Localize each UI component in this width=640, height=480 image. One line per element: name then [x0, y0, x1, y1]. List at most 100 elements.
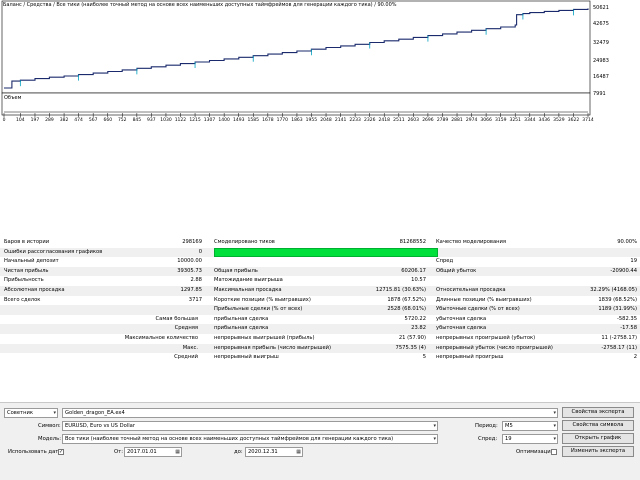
chart-title: Баланс / Средства / Все тики (наиболее т…: [3, 2, 397, 8]
symbol-properties-button[interactable]: Свойства символа: [562, 420, 634, 431]
expert-properties-button[interactable]: Свойства эксперта: [562, 407, 634, 418]
report-row: Начальный депозит 10000.00 Спред 19: [0, 257, 640, 267]
report-label: Прибыльные сделки (% от всех): [214, 306, 303, 313]
x-tick-label: 660: [103, 118, 113, 123]
report-label: непрерывный выигрыш: [214, 354, 279, 361]
report-value: 19: [630, 258, 637, 265]
report-row: Всего сделок 3717 Короткие позиции (% выиг…: [0, 296, 640, 306]
spread-select[interactable]: 19 ▾: [502, 434, 558, 444]
x-tick-label: 752: [117, 118, 127, 123]
x-tick-label: 0: [2, 118, 6, 123]
modeling-quality-bar: [214, 247, 438, 258]
report-value: 23.82: [411, 325, 426, 332]
report-value: 10.57: [411, 277, 426, 284]
to-date-value: 2020.12.31: [248, 449, 278, 455]
optimization-checkbox[interactable]: [551, 449, 557, 455]
report-value: 1297.85: [180, 286, 202, 293]
report-row: Абсолютная просадка 1297.85 Максимальная п…: [0, 285, 640, 296]
report-label: непрерывных выигрышей (прибыль): [214, 334, 315, 341]
x-tick-label: 2326: [364, 118, 376, 123]
report-label: [428, 276, 568, 286]
model-label: Модель:: [38, 436, 62, 442]
x-tick-label: 2881: [451, 118, 463, 123]
x-tick-label: 104: [16, 118, 25, 123]
period-select[interactable]: M5 ▾: [502, 421, 558, 431]
report-label: Относительная просадка: [436, 286, 506, 293]
symbol-select-value: EURUSD, Euro vs US Dollar: [65, 423, 135, 429]
report-value: [120, 305, 204, 315]
x-tick-label: 3251: [509, 118, 521, 123]
y-tick-label: 16487: [593, 74, 609, 80]
model-select[interactable]: Все тики (наиболее точный метод на основ…: [62, 434, 438, 444]
x-tick-label: 2048: [320, 118, 332, 123]
y-tick-label: 42675: [593, 21, 609, 27]
period-label: Период:: [475, 423, 498, 429]
report-label: Всего сделок: [4, 296, 41, 303]
report-value: 21 (57.90): [398, 334, 426, 341]
report-value: 3717: [188, 296, 202, 303]
report-value: 0: [198, 248, 202, 255]
x-tick-label: 937: [147, 118, 156, 123]
report-value: -17.58: [620, 325, 637, 332]
x-tick-label: 3436: [538, 118, 551, 123]
y-tick-label: 24983: [593, 58, 609, 64]
from-date-input[interactable]: 2017.01.01 ▦: [124, 447, 182, 457]
x-tick-label: 2789: [436, 118, 449, 123]
report-row: Средняя прибыльная сделка 23.82 убыточная с…: [0, 324, 640, 334]
calendar-icon: ▦: [296, 449, 301, 455]
report-label: Прибыльность: [4, 277, 44, 284]
x-tick-label: 2696: [422, 118, 434, 123]
report-label: [0, 305, 120, 315]
type-select-value: Советник: [7, 410, 33, 416]
x-tick-label: 2974: [465, 118, 478, 123]
x-tick-label: 1678: [262, 118, 274, 123]
modify-expert-button[interactable]: Изменить эксперта: [562, 446, 634, 457]
symbol-select[interactable]: EURUSD, Euro vs US Dollar ▾: [62, 421, 438, 431]
x-tick-label: 2603: [407, 118, 420, 123]
volume-label: Объем: [4, 95, 22, 101]
report-label: прибыльная сделка: [214, 315, 269, 322]
to-date-input[interactable]: 2020.12.31 ▦: [245, 447, 303, 457]
chevron-down-icon: ▾: [53, 410, 56, 416]
chevron-down-icon: ▾: [553, 423, 556, 429]
x-tick-label: 1955: [305, 118, 318, 123]
report-label: убыточная сделка: [436, 315, 487, 322]
period-select-value: M5: [505, 423, 513, 429]
report-value: 39305.73: [177, 267, 202, 274]
y-tick-label: 7991: [593, 91, 606, 97]
report-group-label: Средний: [174, 354, 198, 361]
report-label: Спред: [436, 258, 454, 265]
expert-select-value: Golden_dragon_EA.ex4: [65, 410, 125, 416]
chevron-down-icon: ▾: [433, 436, 436, 442]
report-label: Ошибки рассогласования графиков: [4, 248, 103, 255]
report-row: Прибыльные сделки (% от всех) 2528 (68.01…: [0, 305, 640, 315]
report-value: 2528 (68.01%): [387, 306, 426, 313]
report-label: Начальный депозит: [4, 258, 59, 265]
x-tick-label: 1215: [189, 118, 201, 123]
chevron-down-icon: ▾: [553, 436, 556, 442]
spread-label: Спред:: [478, 436, 498, 442]
report-group-label: Средняя: [174, 325, 198, 332]
from-label: От:: [114, 449, 124, 455]
test-report: Баров в истории 298169 Смоделировано тиков…: [0, 238, 640, 363]
report-row: Прибыльность 2.88 Матожидание выигрыша 10.5…: [0, 276, 640, 286]
tester-settings-panel: Советник ▾ Golden_dragon_EA.ex4 ▾ Свойст…: [0, 402, 640, 480]
x-tick-label: 2418: [378, 118, 390, 123]
type-select[interactable]: Советник ▾: [4, 408, 58, 418]
report-label: непрерывная прибыль (число выигрышей): [214, 344, 332, 351]
report-value: [568, 276, 640, 286]
report-label: непрерывный убыток (число проигрышей): [436, 344, 553, 351]
y-tick-label: 50621: [593, 5, 609, 11]
report-label: Общая прибыль: [214, 267, 258, 274]
use-date-label: Использовать дату: [8, 449, 62, 455]
use-date-checkbox[interactable]: ✓: [58, 449, 64, 455]
x-tick-label: 1030: [160, 118, 172, 123]
from-date-value: 2017.01.01: [127, 449, 157, 455]
report-row: Средний непрерывный выигрыш 5 непрерывный п…: [0, 353, 640, 363]
x-tick-label: 1863: [291, 118, 303, 123]
x-tick-label: 1585: [247, 118, 259, 123]
x-tick-label: 1307: [203, 118, 216, 123]
expert-select[interactable]: Golden_dragon_EA.ex4 ▾: [62, 408, 558, 418]
report-label: Максимальная просадка: [214, 286, 282, 293]
open-chart-button[interactable]: Открыть график: [562, 433, 634, 444]
